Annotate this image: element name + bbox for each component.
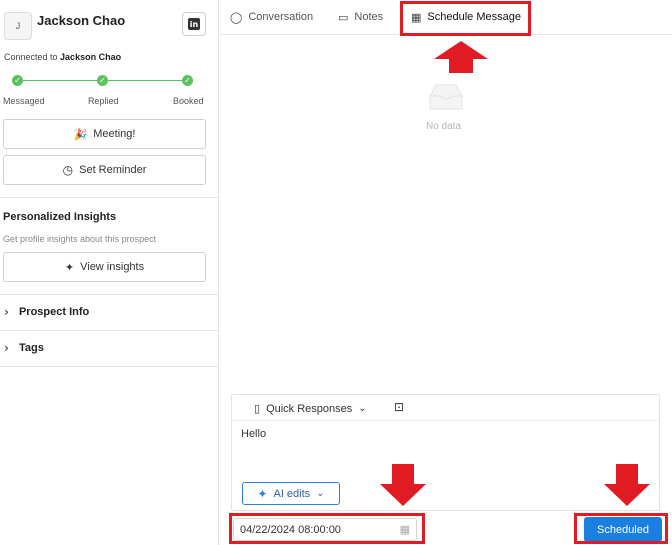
check-icon: ✓ [12,75,23,86]
meeting-button[interactable]: 🎉 Meeting! [3,119,206,149]
arrow-down-icon [604,464,650,506]
highlight-box [229,513,425,544]
arrow-down-icon [380,464,426,506]
no-data-text: No data [426,121,462,132]
sparkle-icon: ✦ [257,486,268,501]
connected-name: Jackson Chao [60,52,122,62]
highlight-box [400,1,531,36]
progress-line [108,80,182,81]
empty-inbox-icon [429,84,463,110]
view-insights-button[interactable]: ✦ View insights [3,252,206,282]
composer-toolbar: ▯ Quick Responses ⌄ ⊡ [232,395,659,421]
set-reminder-button[interactable]: ◷ Set Reminder [3,155,206,185]
tab-conversation-label: Conversation [248,11,314,23]
check-icon: ✓ [97,75,108,86]
tab-notes[interactable]: ▭ Notes [338,0,383,34]
chevron-down-icon: ⌄ [316,488,325,499]
progress-line [23,80,97,81]
tags-label: Tags [18,342,44,354]
insights-hint: Get profile insights about this prospect [3,234,157,244]
sparkle-icon: ✦ [64,260,75,274]
divider [0,330,219,331]
clock-icon: ◷ [62,163,74,177]
divider [0,294,219,295]
tab-notes-label: Notes [354,11,384,23]
party-icon: 🎉 [73,127,88,141]
highlight-box [574,513,668,544]
prospect-sidebar: J Jackson Chao in Connected to Jackson C… [0,0,219,545]
prospect-name: Jackson Chao [37,13,126,28]
connected-prefix: Connected to [4,52,61,62]
insights-title: Personalized Insights [3,211,117,223]
progress-label-booked: Booked [173,96,204,106]
book-icon: ▭ [338,10,349,24]
connection-status: Connected to Jackson Chao [4,52,121,62]
save-icon[interactable]: ⊡ [394,400,404,414]
divider [0,366,219,367]
linkedin-button[interactable]: in [182,12,206,36]
quick-responses-dropdown[interactable]: ▯ Quick Responses ⌄ [254,402,367,415]
ai-edits-button[interactable]: ✦ AI edits ⌄ [242,482,340,505]
progress-tracker: ✓ ✓ ✓ [12,75,193,87]
chevron-down-icon: ⌄ [358,403,367,414]
chat-bubble-icon: ◯ [230,10,243,24]
divider [0,197,219,198]
arrow-up-icon [434,41,488,73]
chevron-right-icon: › [4,341,9,355]
document-icon: ▯ [254,402,261,415]
meeting-label: Meeting! [93,128,136,140]
chevron-right-icon: › [4,305,9,319]
tab-conversation[interactable]: ◯ Conversation [230,0,313,34]
ai-edits-label: AI edits [273,487,311,500]
quick-responses-label: Quick Responses [266,402,353,415]
progress-label-messaged: Messaged [3,96,45,106]
message-composer: ▯ Quick Responses ⌄ ⊡ Hello ✦ AI edits ⌄ [231,394,660,511]
linkedin-icon: in [188,18,200,30]
view-insights-label: View insights [80,261,145,273]
progress-label-replied: Replied [88,96,119,106]
avatar: J [4,12,32,40]
prospect-info-label: Prospect Info [18,306,90,318]
message-input[interactable]: Hello [241,428,266,440]
prospect-info-toggle[interactable]: › Prospect Info [4,305,89,319]
set-reminder-label: Set Reminder [79,164,147,176]
tags-toggle[interactable]: › Tags [4,341,44,355]
check-icon: ✓ [182,75,193,86]
